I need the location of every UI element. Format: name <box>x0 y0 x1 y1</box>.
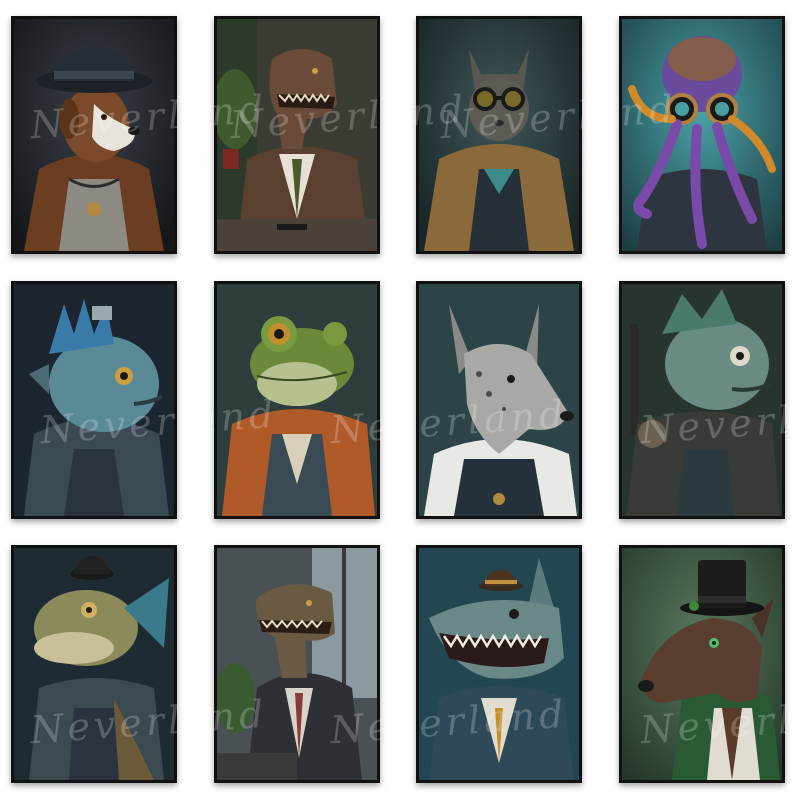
poster-grid: Neverland Neverland Neverland Neverland … <box>0 0 800 800</box>
octopus-with-helmet-artwork <box>622 19 782 251</box>
poster-shark-in-hat <box>416 545 582 783</box>
fish-with-crown-artwork <box>14 284 174 516</box>
fish-in-bowler-artwork <box>14 548 174 780</box>
greyhound-in-top-hat-artwork <box>622 548 782 780</box>
poster-frog-in-jacket <box>214 281 380 519</box>
fish-in-armor-artwork <box>622 284 782 516</box>
poster-dog-in-suit <box>416 281 582 519</box>
poster-greyhound-in-top-hat <box>619 545 785 783</box>
t-rex-by-window-artwork <box>217 548 377 780</box>
shark-in-hat-artwork <box>419 548 579 780</box>
poster-fish-with-crown <box>11 281 177 519</box>
t-rex-in-suit-artwork <box>217 19 377 251</box>
poster-fish-in-armor <box>619 281 785 519</box>
dog-in-hat-artwork <box>14 19 174 251</box>
poster-octopus-with-helmet <box>619 16 785 254</box>
poster-t-rex-by-window <box>214 545 380 783</box>
poster-fish-in-bowler <box>11 545 177 783</box>
dog-in-suit-artwork <box>419 284 579 516</box>
poster-dog-in-hat <box>11 16 177 254</box>
frog-in-jacket-artwork <box>217 284 377 516</box>
poster-t-rex-in-suit <box>214 16 380 254</box>
poster-cat-with-goggles <box>416 16 582 254</box>
cat-with-goggles-artwork <box>419 19 579 251</box>
